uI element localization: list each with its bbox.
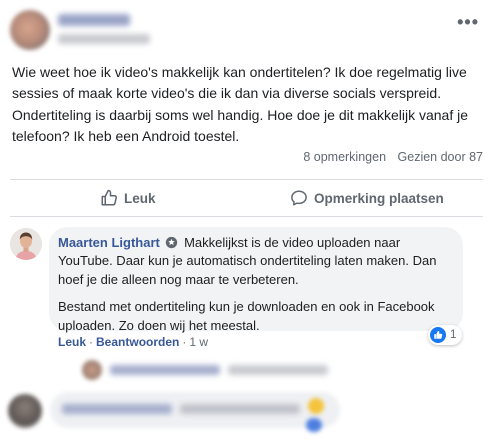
comment-like-link[interactable]: Leuk bbox=[58, 335, 86, 349]
next-comment-reaction-icon[interactable] bbox=[306, 418, 322, 432]
next-comment-author-blurred[interactable] bbox=[62, 404, 172, 414]
comment-reply-link[interactable]: Beantwoorden bbox=[96, 335, 179, 349]
comment-actions: Leuk · Beantwoorden · 1 w bbox=[58, 335, 208, 349]
comment-paragraph-1: Maarten Ligthart Makkelijkst is de video… bbox=[58, 234, 451, 289]
post-stats: 8 opmerkingen Gezien door 87 bbox=[303, 150, 483, 164]
post-author-name-blurred[interactable] bbox=[58, 14, 130, 26]
separator: · bbox=[89, 335, 94, 349]
like-button[interactable]: Leuk bbox=[100, 180, 156, 216]
comment-text-2: Bestand met ondertiteling kun je downloa… bbox=[58, 299, 435, 333]
comment-timestamp[interactable]: 1 w bbox=[189, 335, 208, 349]
like-reaction-icon bbox=[430, 327, 446, 343]
next-comment-avatar[interactable] bbox=[8, 394, 42, 428]
reaction-count: 1 bbox=[450, 329, 457, 341]
post-text: Wie weet hoe ik video's makkelijk kan on… bbox=[12, 64, 469, 144]
comment-author-name[interactable]: Maarten Ligthart bbox=[58, 235, 160, 250]
comment-label: Opmerking plaatsen bbox=[314, 190, 444, 206]
post-action-bar: Leuk Opmerking plaatsen bbox=[10, 180, 483, 216]
next-comment-text-blurred bbox=[180, 404, 300, 414]
post-author-avatar[interactable] bbox=[10, 10, 50, 50]
speech-bubble-icon bbox=[291, 190, 307, 206]
comments-count[interactable]: 8 opmerkingen bbox=[303, 150, 386, 164]
post-header: ••• bbox=[10, 10, 483, 54]
reply-avatar bbox=[82, 360, 102, 380]
thumbs-up-icon bbox=[101, 189, 117, 206]
replies-summary-blurred[interactable] bbox=[82, 360, 342, 382]
reply-text-blurred bbox=[110, 365, 220, 375]
comment-bubble: Maarten Ligthart Makkelijkst is de video… bbox=[49, 227, 463, 333]
emoji-icon bbox=[308, 398, 324, 414]
comment-button[interactable]: Opmerking plaatsen bbox=[290, 180, 444, 216]
expert-badge-icon[interactable] bbox=[165, 236, 178, 249]
view-count[interactable]: Gezien door 87 bbox=[398, 150, 483, 164]
separator: · bbox=[182, 335, 187, 349]
like-label: Leuk bbox=[124, 190, 156, 206]
more-horizontal-icon[interactable]: ••• bbox=[457, 12, 479, 33]
avatar-illustration bbox=[10, 228, 42, 260]
next-comment-blurred bbox=[8, 390, 488, 440]
comment-author-avatar[interactable] bbox=[10, 228, 42, 260]
divider-bottom bbox=[10, 216, 483, 217]
reply-meta-blurred bbox=[228, 365, 328, 375]
post-meta-blurred bbox=[58, 34, 150, 44]
comment-reaction-count[interactable]: 1 bbox=[428, 325, 463, 345]
